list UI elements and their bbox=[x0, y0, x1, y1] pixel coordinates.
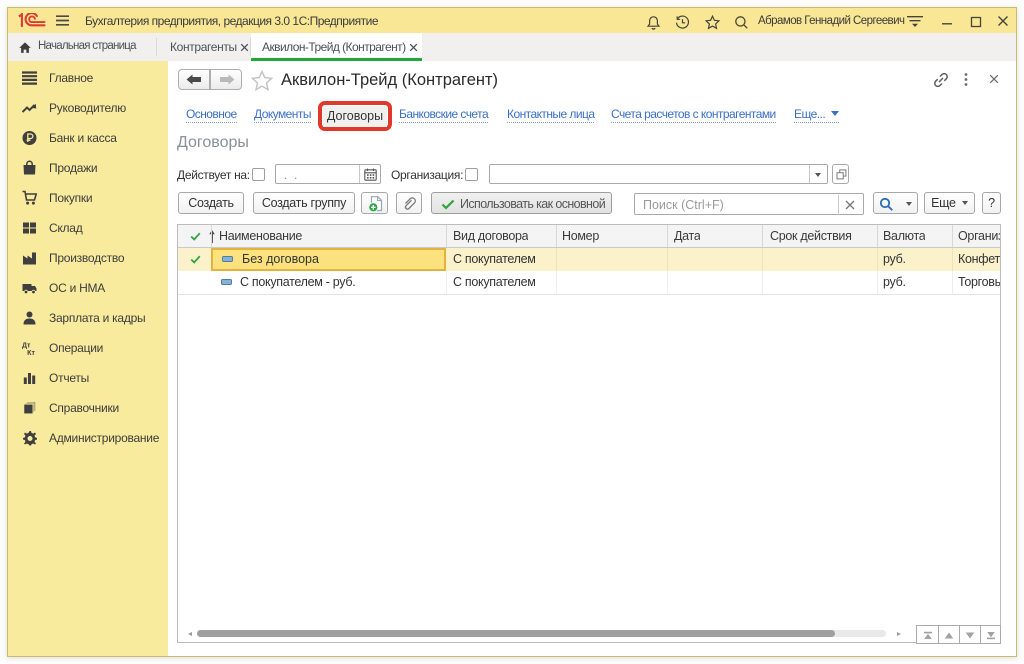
svg-text:Кт: Кт bbox=[27, 350, 35, 355]
svg-text:Дт: Дт bbox=[22, 343, 31, 350]
